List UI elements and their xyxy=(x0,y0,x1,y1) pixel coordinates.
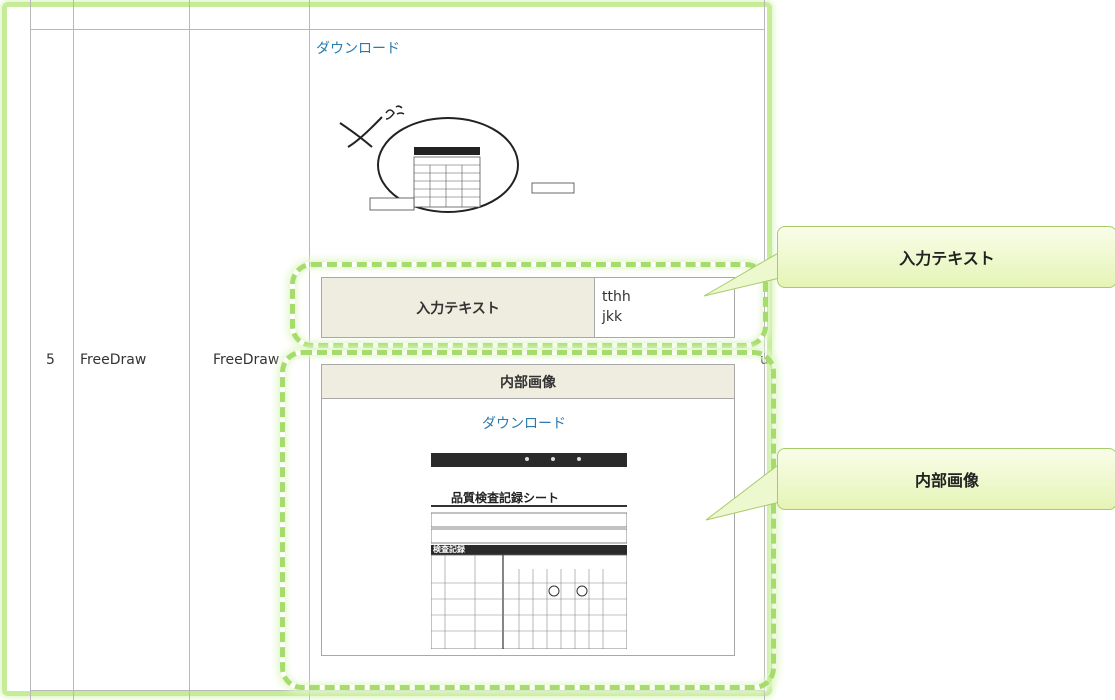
input-text-table: 入力テキスト tthh jkk xyxy=(321,277,735,338)
inner-image-table: 内部画像 ダウンロード 品質検査記録シート 検査記録 xyxy=(321,364,735,656)
input-text-label: 入力テキスト xyxy=(322,278,595,337)
quality-sheet-title: 品質検査記録シート xyxy=(451,491,560,505)
quality-sheet-section: 検査記録 xyxy=(433,545,465,554)
table-border-col2 xyxy=(73,0,74,700)
table-row-bottom-border xyxy=(30,690,765,691)
row-name-cell: FreeDraw xyxy=(213,352,280,368)
callout-inner-image: 内部画像 xyxy=(777,448,1115,510)
input-text-value-line2: jkk xyxy=(602,309,623,325)
row-type-cell: FreeDraw xyxy=(80,352,147,368)
inner-image-download-link[interactable]: ダウンロード xyxy=(482,413,566,433)
table-border-col3 xyxy=(189,0,190,700)
input-text-value-line1: tthh xyxy=(602,289,631,305)
row-number: 5 xyxy=(46,352,55,368)
quality-sheet-image: 品質検査記録シート 検査記録 xyxy=(431,453,627,649)
table-border-left xyxy=(30,0,31,700)
callout-input-text: 入力テキスト xyxy=(777,226,1115,288)
sketch-download-link[interactable]: ダウンロード xyxy=(316,38,400,58)
freedraw-sketch-image xyxy=(339,105,575,213)
inner-image-header: 内部画像 xyxy=(322,365,734,399)
table-row-top-border xyxy=(30,29,765,30)
